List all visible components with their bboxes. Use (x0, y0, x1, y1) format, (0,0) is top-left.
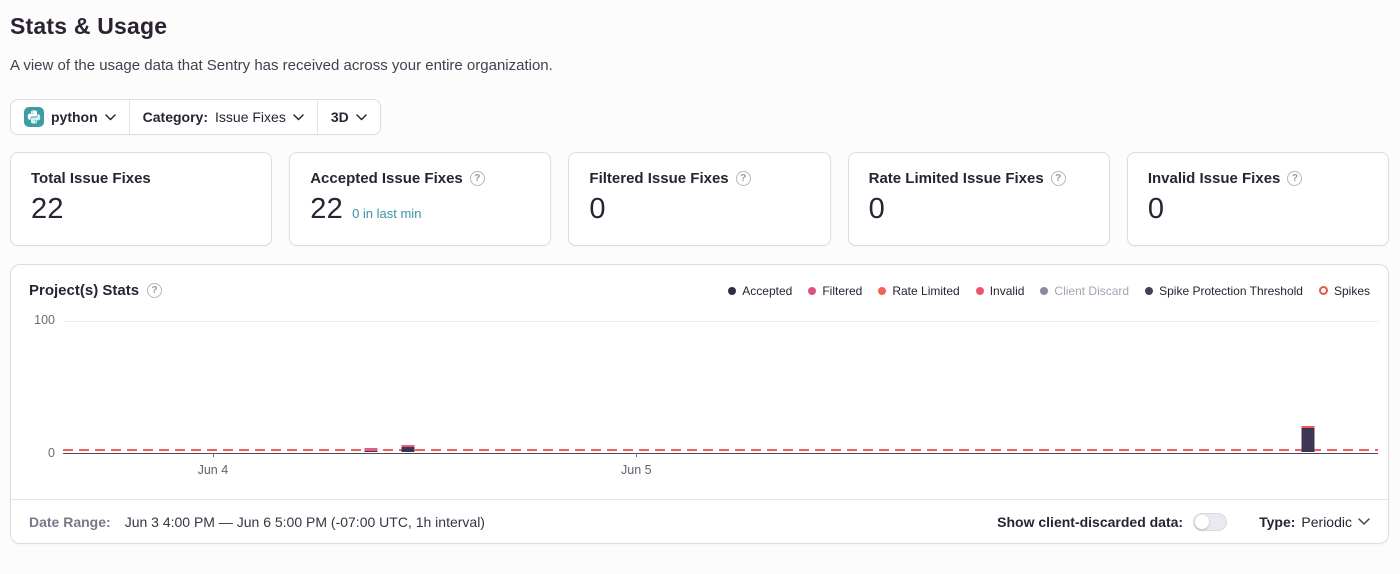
chevron-down-icon (293, 114, 304, 121)
stat-card-title: Rate Limited Issue Fixes (869, 170, 1044, 187)
chart-legend: Accepted Filtered Rate Limited Invalid C… (728, 284, 1370, 298)
legend-item-spike-protection-threshold[interactable]: Spike Protection Threshold (1145, 284, 1303, 298)
stat-card-title: Filtered Issue Fixes (589, 170, 728, 187)
chart-title: Project(s) Stats (29, 282, 139, 299)
x-axis-label: Jun 4 (198, 463, 229, 477)
legend-label: Rate Limited (892, 284, 959, 298)
bar-segment-accepted (401, 447, 414, 452)
invalid-dot-icon (976, 287, 984, 295)
stats-usage-page: Stats & Usage A view of the usage data t… (0, 13, 1400, 544)
client-discard-dot-icon (1040, 287, 1048, 295)
project-filter-dropdown[interactable]: python (11, 100, 129, 134)
toggle-knob (1195, 515, 1209, 529)
spike-threshold-dot-icon (1145, 287, 1153, 295)
legend-label: Filtered (822, 284, 862, 298)
stat-card-title: Accepted Issue Fixes (310, 170, 463, 187)
python-logo-icon (24, 107, 44, 127)
y-axis-tick-0: 0 (15, 446, 55, 460)
bar-segment-accepted (364, 451, 377, 452)
page-subtitle: A view of the usage data that Sentry has… (10, 57, 1389, 74)
accepted-dot-icon (728, 287, 736, 295)
gridline-100 (63, 321, 1378, 322)
legend-item-invalid[interactable]: Invalid (976, 284, 1025, 298)
stat-card-title: Invalid Issue Fixes (1148, 170, 1281, 187)
category-filter-dropdown[interactable]: Category: Issue Fixes (129, 100, 317, 134)
stat-card-value: 22 (310, 193, 343, 226)
client-discard-toggle-label: Show client-discarded data: (997, 514, 1183, 530)
y-axis-tick-100: 100 (15, 313, 55, 327)
range-filter-value: 3D (331, 109, 349, 125)
help-icon[interactable]: ? (470, 171, 485, 186)
stat-card-trend: 0 in last min (352, 206, 421, 221)
type-label: Type: (1259, 514, 1295, 530)
help-icon[interactable]: ? (1287, 171, 1302, 186)
chart-panel-footer: Date Range: Jun 3 4:00 PM — Jun 6 5:00 P… (11, 499, 1388, 543)
date-range-filter-dropdown[interactable]: 3D (317, 100, 380, 134)
stat-card-value: 22 (31, 193, 64, 226)
stat-card-invalid: Invalid Issue Fixes ? 0 (1127, 152, 1389, 246)
legend-item-spikes[interactable]: Spikes (1319, 284, 1370, 298)
stat-card-filtered: Filtered Issue Fixes ? 0 (568, 152, 830, 246)
stat-card-accepted: Accepted Issue Fixes ? 22 0 in last min (289, 152, 551, 246)
chart-bar[interactable] (364, 448, 377, 452)
stat-card-value: 0 (869, 193, 885, 226)
legend-item-rate-limited[interactable]: Rate Limited (878, 284, 959, 298)
legend-label: Invalid (990, 284, 1025, 298)
chart-bar[interactable] (1302, 426, 1315, 452)
project-filter-value: python (51, 109, 98, 125)
rate-limited-dot-icon (878, 287, 886, 295)
stat-cards-row: Total Issue Fixes 22 Accepted Issue Fixe… (10, 152, 1389, 246)
page-title: Stats & Usage (10, 13, 1389, 40)
x-axis-label: Jun 5 (621, 463, 652, 477)
chevron-down-icon (356, 114, 367, 121)
type-dropdown[interactable]: Type: Periodic (1259, 514, 1370, 530)
filter-bar: python Category: Issue Fixes 3D (10, 99, 381, 135)
category-filter-value: Issue Fixes (215, 109, 286, 125)
help-icon[interactable]: ? (1051, 171, 1066, 186)
chart-plot[interactable]: 100 0 Jun 4Jun 5 (63, 321, 1378, 454)
chart-bar[interactable] (401, 445, 414, 452)
legend-label: Spikes (1334, 284, 1370, 298)
legend-item-accepted[interactable]: Accepted (728, 284, 792, 298)
stat-card-title: Total Issue Fixes (31, 170, 151, 187)
stat-card-total: Total Issue Fixes 22 (10, 152, 272, 246)
client-discard-toggle[interactable] (1193, 513, 1227, 531)
chevron-down-icon (105, 114, 116, 121)
chevron-down-icon (1358, 518, 1370, 526)
legend-label: Spike Protection Threshold (1159, 284, 1303, 298)
filtered-dot-icon (808, 287, 816, 295)
help-icon[interactable]: ? (147, 283, 162, 298)
x-axis-tick (636, 453, 637, 457)
project-stats-panel: Project(s) Stats ? Accepted Filtered Rat… (10, 264, 1389, 544)
legend-item-filtered[interactable]: Filtered (808, 284, 862, 298)
stat-card-value: 0 (589, 193, 605, 226)
spike-protection-threshold-line (63, 449, 1378, 451)
category-filter-label: Category: (143, 109, 208, 125)
date-range-label: Date Range: (29, 514, 111, 530)
bar-segment-accepted (1302, 428, 1315, 452)
type-value: Periodic (1301, 514, 1352, 530)
x-axis-tick (213, 453, 214, 457)
stat-card-rate-limited: Rate Limited Issue Fixes ? 0 (848, 152, 1110, 246)
stat-card-value: 0 (1148, 193, 1164, 226)
spikes-ring-icon (1319, 286, 1328, 295)
legend-label: Accepted (742, 284, 792, 298)
date-range-value: Jun 3 4:00 PM — Jun 6 5:00 PM (-07:00 UT… (125, 514, 485, 530)
help-icon[interactable]: ? (736, 171, 751, 186)
legend-item-client-discard[interactable]: Client Discard (1040, 284, 1129, 298)
legend-label: Client Discard (1054, 284, 1129, 298)
